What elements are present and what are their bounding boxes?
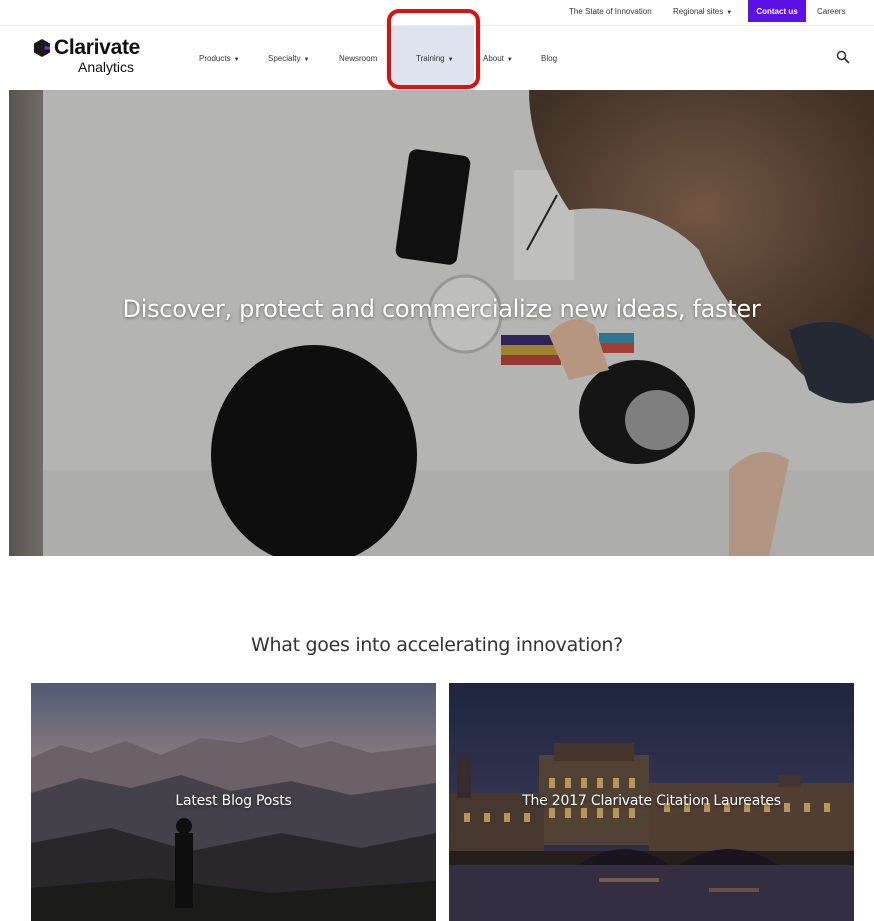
nav-specialty[interactable]: Specialty ▼ — [268, 54, 309, 63]
card-citation-laureates[interactable]: The 2017 Clarivate Citation Laureates — [449, 683, 854, 921]
hero-banner: Discover, protect and commercialize new … — [9, 90, 874, 556]
nav-about[interactable]: About ▼ — [483, 54, 513, 63]
hero-heading: Discover, protect and commercialize new … — [122, 295, 761, 323]
nav-products-label: Products — [199, 54, 231, 63]
nav-blog[interactable]: Blog — [541, 54, 557, 63]
clarivate-logo[interactable]: Clarivate Analytics — [32, 34, 162, 84]
card-title-latest-blog-posts: Latest Blog Posts — [175, 793, 292, 809]
brand-sub: Analytics — [78, 59, 135, 75]
nav-specialty-label: Specialty — [268, 54, 301, 63]
careers-link[interactable]: Careers — [817, 7, 845, 16]
regional-sites-dropdown[interactable]: Regional sites ▼ — [673, 7, 732, 16]
logo-mark-icon — [34, 39, 50, 57]
nav-newsroom[interactable]: Newsroom — [339, 54, 377, 63]
nav-products[interactable]: Products ▼ — [199, 54, 240, 63]
state-of-innovation-link[interactable]: The State of Innovation — [569, 7, 652, 16]
hero-image — [9, 90, 874, 556]
chevron-down-icon: ▼ — [506, 57, 513, 63]
training-highlight-annotation — [387, 9, 480, 89]
brand-name: Clarivate — [54, 36, 141, 59]
contact-us-button[interactable]: Contact us — [748, 0, 806, 22]
section-title: What goes into accelerating innovation? — [251, 634, 623, 656]
nav-about-label: About — [483, 54, 504, 63]
chevron-down-icon: ▼ — [726, 10, 733, 16]
chevron-down-icon: ▼ — [233, 57, 240, 63]
regional-sites-label: Regional sites — [673, 7, 724, 16]
card-latest-blog-posts[interactable]: Latest Blog Posts — [31, 683, 436, 921]
search-icon[interactable] — [836, 50, 850, 64]
chevron-down-icon: ▼ — [303, 57, 310, 63]
card-title-citation-laureates: The 2017 Clarivate Citation Laureates — [522, 793, 781, 809]
